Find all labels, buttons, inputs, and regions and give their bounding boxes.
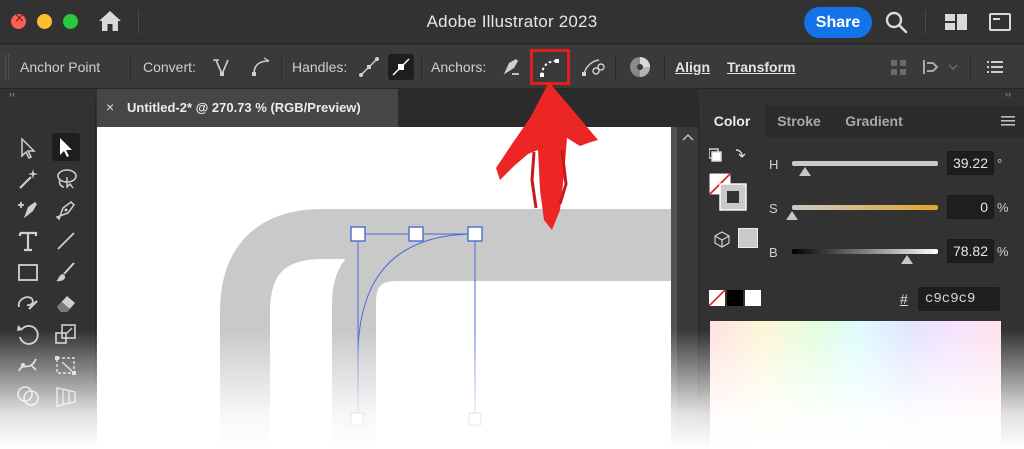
document-tab-title: Untitled-2* @ 270.73 % (RGB/Preview) (127, 100, 361, 115)
anchor-point (468, 412, 482, 426)
collapse-panels-icon[interactable]: ›› (1005, 89, 1011, 99)
selection-tool-icon[interactable] (52, 133, 80, 161)
pointer-arrow (496, 82, 598, 230)
align-link[interactable]: Align (675, 59, 710, 75)
transform-link[interactable]: Transform (727, 59, 795, 75)
convert-to-smooth-icon[interactable] (248, 54, 274, 80)
arrange-documents-icon[interactable] (918, 54, 944, 80)
shape-builder-tool-icon[interactable] (14, 382, 42, 410)
convert-label: Convert: (143, 59, 196, 75)
out-of-gamut-cube-icon[interactable] (713, 230, 731, 248)
tab-stroke-label: Stroke (777, 113, 821, 129)
anchor-point (350, 226, 366, 242)
brightness-label: B (769, 245, 778, 260)
document-tab-bar: × Untitled-2* @ 270.73 % (RGB/Preview) (97, 89, 698, 127)
show-handles-icon[interactable] (356, 54, 382, 80)
pen-tool-icon[interactable] (52, 196, 80, 224)
titlebar-divider (925, 10, 926, 34)
cut-path-at-anchor-icon[interactable] (579, 54, 605, 80)
scale-tool-icon[interactable] (52, 320, 80, 348)
tab-color[interactable]: Color (699, 105, 765, 137)
control-bar-menu-icon[interactable] (982, 54, 1008, 80)
context-label: Anchor Point (20, 59, 101, 75)
puppet-warp-tool-icon[interactable] (14, 351, 42, 379)
hex-value-field[interactable]: c9c9c9 (918, 287, 1000, 311)
control-separator (970, 54, 971, 80)
eraser-tool-icon[interactable] (52, 289, 80, 317)
anchor-point (350, 412, 364, 426)
brightness-unit: % (997, 244, 1009, 259)
anchor-point (467, 226, 483, 242)
lasso-tool-icon[interactable] (52, 165, 80, 193)
saturation-value-field[interactable]: 0 (947, 195, 994, 219)
tab-gradient[interactable]: Gradient (833, 105, 915, 137)
control-separator (615, 54, 616, 80)
direct-selection-tool-icon[interactable] (14, 134, 42, 162)
workspace-switcher-icon[interactable] (944, 10, 968, 34)
saturation-slider-thumb[interactable] (786, 211, 798, 220)
hex-label: # (900, 291, 908, 307)
anchor-point (408, 226, 424, 242)
saturation-slider-track[interactable] (792, 205, 938, 210)
add-anchor-point-tool-icon[interactable] (14, 196, 42, 224)
hue-slider-track[interactable] (792, 161, 938, 166)
convert-to-corner-icon[interactable] (209, 54, 235, 80)
handles-label: Handles: (292, 59, 348, 75)
rectangle-tool-icon[interactable] (14, 258, 42, 286)
fill-stroke-swatches[interactable] (709, 147, 749, 217)
panel-menu-icon[interactable] (1001, 115, 1015, 127)
color-panel: Color Stroke Gradient H 39.22 ° S 0 % B … (698, 99, 1024, 449)
brightness-slider-track[interactable] (792, 249, 938, 254)
shaper-tool-icon[interactable] (14, 289, 42, 317)
type-tool-icon[interactable] (14, 227, 42, 255)
control-separator (281, 54, 282, 80)
tools-panel (0, 99, 96, 449)
web-safe-swatch[interactable] (738, 228, 758, 248)
rotate-tool-icon[interactable] (14, 320, 42, 348)
hide-handles-icon[interactable] (388, 54, 414, 80)
saturation-label: S (769, 201, 778, 216)
isolate-object-icon[interactable] (886, 54, 912, 80)
brightness-value-field[interactable]: 78.82 (947, 239, 994, 263)
control-separator (664, 54, 665, 80)
scroll-up-icon[interactable] (682, 132, 694, 142)
color-spectrum[interactable] (710, 321, 1001, 449)
brightness-slider-thumb[interactable] (901, 255, 914, 264)
search-icon[interactable] (884, 10, 908, 34)
hue-slider-thumb[interactable] (799, 167, 812, 176)
control-separator (421, 54, 422, 80)
anchors-label: Anchors: (431, 59, 487, 75)
black-swatch (727, 290, 743, 306)
share-button[interactable]: Share (804, 7, 872, 38)
control-bar-grip[interactable] (5, 55, 9, 79)
paintbrush-tool-icon[interactable] (52, 258, 80, 286)
inner-rounded-path (332, 237, 677, 449)
hue-unit: ° (997, 156, 1003, 171)
saturation-unit: % (997, 200, 1009, 215)
magic-wand-icon[interactable] (14, 165, 42, 193)
tab-stroke[interactable]: Stroke (765, 105, 833, 137)
perspective-grid-tool-icon[interactable] (52, 382, 80, 410)
control-separator (130, 54, 131, 80)
tab-gradient-label: Gradient (845, 113, 903, 129)
line-segment-tool-icon[interactable] (52, 227, 80, 255)
quick-swatches[interactable] (709, 290, 761, 306)
panel-layout-icon[interactable] (988, 10, 1012, 34)
close-tab-icon[interactable]: × (106, 99, 114, 115)
tab-color-label: Color (713, 113, 751, 129)
title-bar: Adobe Illustrator 2023 Share (0, 0, 1024, 44)
panel-tabs: Color Stroke Gradient (699, 105, 1024, 137)
collapse-toolbar-icon[interactable]: ‹‹ (9, 89, 15, 99)
free-transform-tool-icon[interactable] (52, 351, 80, 379)
vertical-scrollbar[interactable] (677, 127, 698, 449)
chevron-down-icon[interactable] (946, 54, 960, 80)
document-tab[interactable]: × Untitled-2* @ 270.73 % (RGB/Preview) (97, 89, 398, 127)
white-swatch (745, 290, 761, 306)
recolor-artwork-icon[interactable] (627, 54, 653, 80)
swap-fill-stroke-icon (735, 149, 746, 158)
hue-value-field[interactable]: 39.22 (947, 151, 994, 175)
hue-label: H (769, 157, 779, 172)
illustrator-window: Adobe Illustrator 2023 Share Anchor Poin… (0, 0, 1024, 449)
remove-anchor-icon[interactable] (497, 54, 523, 80)
